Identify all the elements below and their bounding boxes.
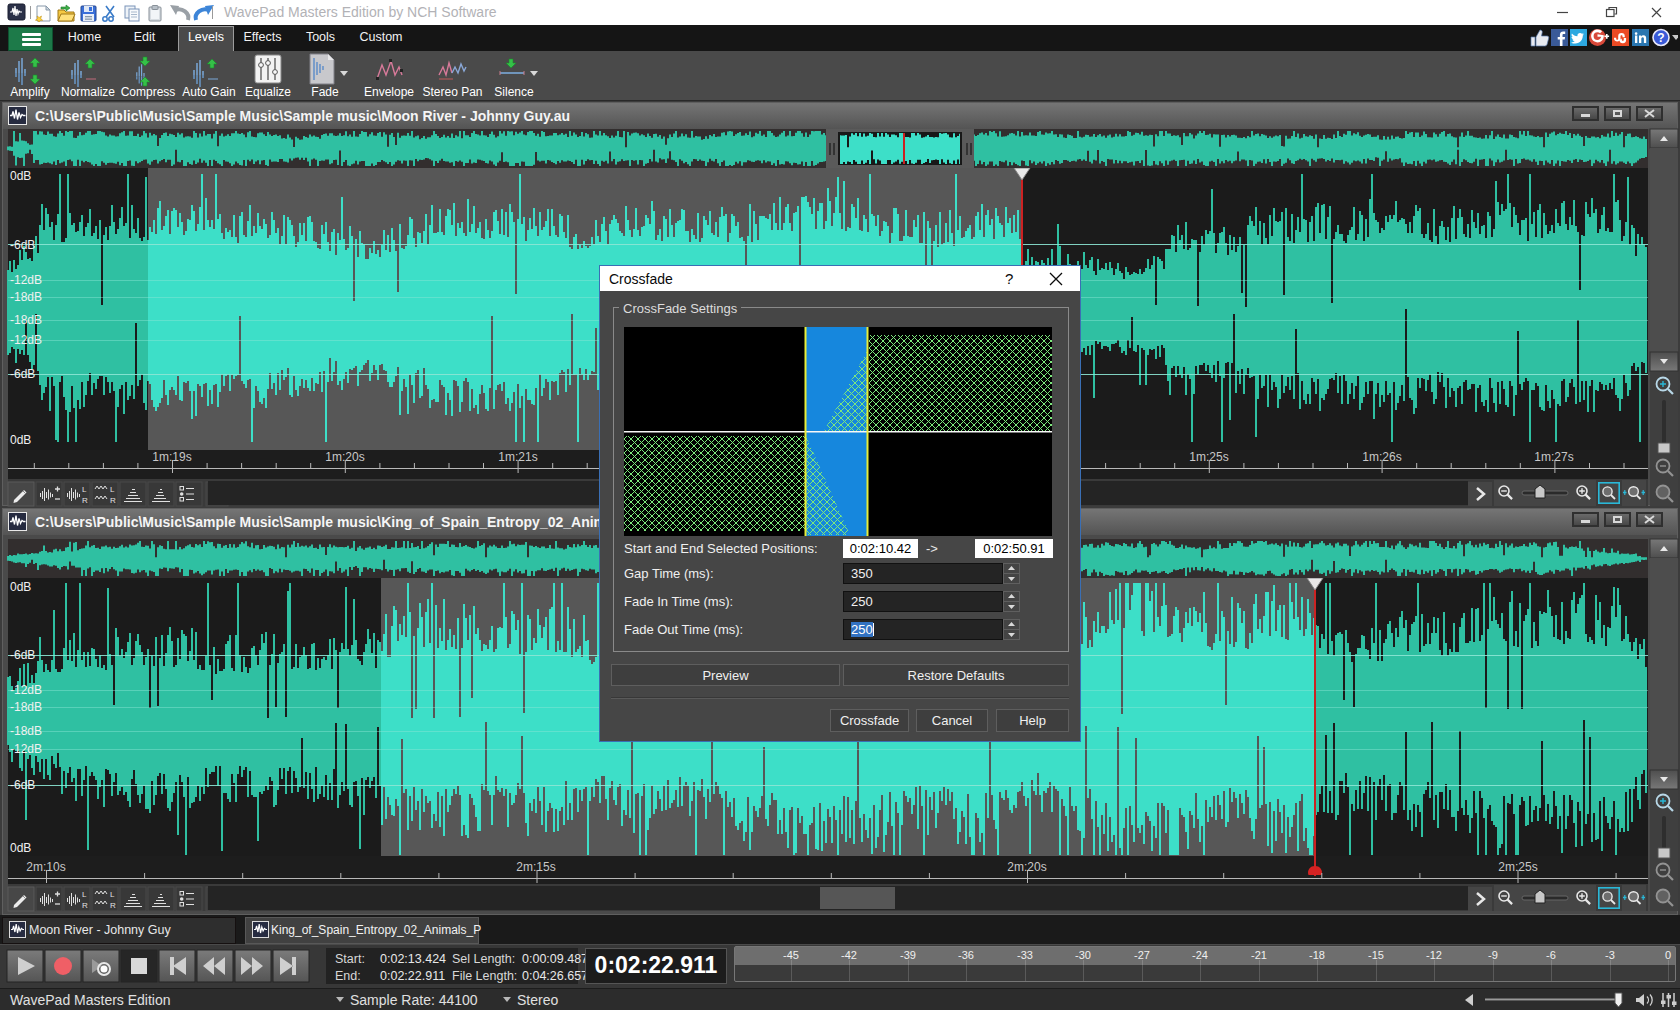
svg-text:-42: -42 bbox=[841, 949, 857, 961]
svg-text:-3: -3 bbox=[1605, 949, 1615, 961]
svg-text:-15: -15 bbox=[1368, 949, 1384, 961]
svg-text:-6: -6 bbox=[1546, 949, 1556, 961]
svg-text:-45: -45 bbox=[783, 949, 799, 961]
svg-text:-27: -27 bbox=[1134, 949, 1150, 961]
svg-text:-12: -12 bbox=[1426, 949, 1442, 961]
svg-text:-33: -33 bbox=[1017, 949, 1033, 961]
svg-text:-30: -30 bbox=[1075, 949, 1091, 961]
svg-text:-36: -36 bbox=[958, 949, 974, 961]
svg-text:-9: -9 bbox=[1488, 949, 1498, 961]
svg-text:-18: -18 bbox=[1309, 949, 1325, 961]
svg-text:0: 0 bbox=[1665, 949, 1671, 961]
svg-text:-24: -24 bbox=[1192, 949, 1208, 961]
svg-text:-39: -39 bbox=[900, 949, 916, 961]
svg-text:-21: -21 bbox=[1251, 949, 1267, 961]
